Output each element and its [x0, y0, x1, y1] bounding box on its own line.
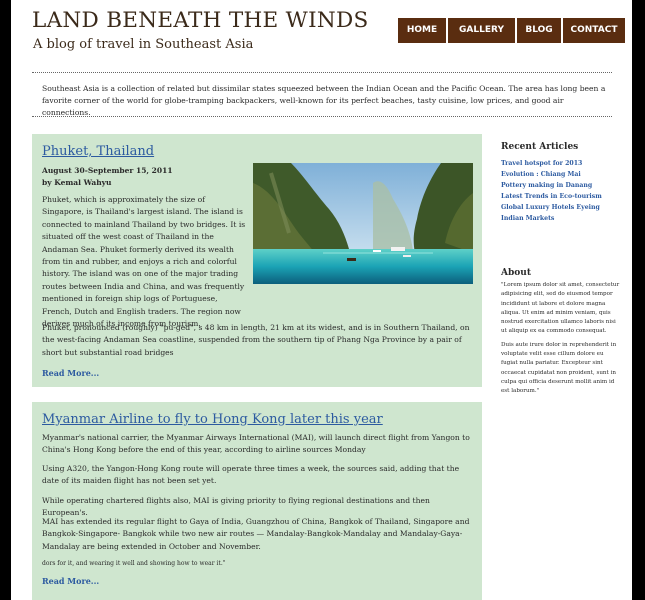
about-paragraph-1: "Lorem ipsum dolor sit amet, consectetur… [501, 282, 620, 335]
about-paragraph-2: Duis aute irure dolor in reprehenderit i… [501, 341, 617, 395]
post-paragraph-5: dors for it, and wearing it well and sho… [42, 560, 226, 567]
recent-article-link[interactable]: Latest Trends in Eco-tourism [501, 191, 621, 202]
intro-text: Southeast Asia is a collection of relate… [42, 84, 606, 117]
nav-home[interactable]: HOME [398, 18, 446, 43]
post-paragraph-1: Myanmar's national carrier, the Myanmar … [42, 433, 470, 455]
post-title[interactable]: Phuket, Thailand [42, 144, 154, 159]
phuket-photo-svg [253, 163, 473, 284]
post-date: August 30-September 15, 2011 [42, 166, 173, 175]
site-title[interactable]: LAND BENEATH THE WINDS [32, 8, 369, 33]
nav-contact[interactable]: CONTACT [563, 18, 625, 43]
about-heading: About [501, 268, 531, 278]
phuket-photo [253, 163, 473, 284]
read-more-link[interactable]: Read More... [42, 576, 99, 586]
recent-article-link[interactable]: Travel hotspot for 2013 [501, 158, 621, 169]
sidebar: Recent Articles Travel hotspot for 2013 … [501, 142, 621, 397]
post-title[interactable]: Myanmar Airline to fly to Hong Kong late… [42, 412, 383, 427]
page: LAND BENEATH THE WINDS A blog of travel … [11, 0, 632, 600]
main-nav: HOME GALLERY BLOG CONTACT [398, 18, 625, 43]
post-author: by Kemal Wahyu [42, 178, 112, 187]
nav-blog[interactable]: BLOG [517, 18, 561, 43]
divider-bottom [32, 116, 612, 117]
divider-top [32, 72, 612, 73]
recent-article-link[interactable]: Global Luxury Hotels Eyeing Indian Marke… [501, 202, 621, 224]
post-phuket: Phuket, Thailand August 30-September 15,… [32, 134, 482, 387]
recent-article-link[interactable]: Evolution : Chiang Mai [501, 169, 621, 180]
post-paragraph-1: Phuket, which is approximately the size … [42, 195, 246, 329]
post-paragraph-2: Phuket, pronounced (roughly) "pu-ged", s… [42, 323, 470, 357]
recent-article-link[interactable]: Pottery making in Danang [501, 180, 621, 191]
recent-articles-list: Travel hotspot for 2013 Evolution : Chia… [501, 158, 621, 224]
post-paragraph-2: Using A320, the Yangon-Hong Kong route w… [42, 464, 460, 486]
site-tagline: A blog of travel in Southeast Asia [33, 37, 254, 52]
read-more-link[interactable]: Read More... [42, 368, 99, 378]
nav-gallery[interactable]: GALLERY [448, 18, 515, 43]
post-paragraph-4: MAI has extended its regular flight to G… [42, 517, 470, 551]
post-myanmar-airline: Myanmar Airline to fly to Hong Kong late… [32, 402, 482, 600]
recent-articles-heading: Recent Articles [501, 142, 579, 152]
